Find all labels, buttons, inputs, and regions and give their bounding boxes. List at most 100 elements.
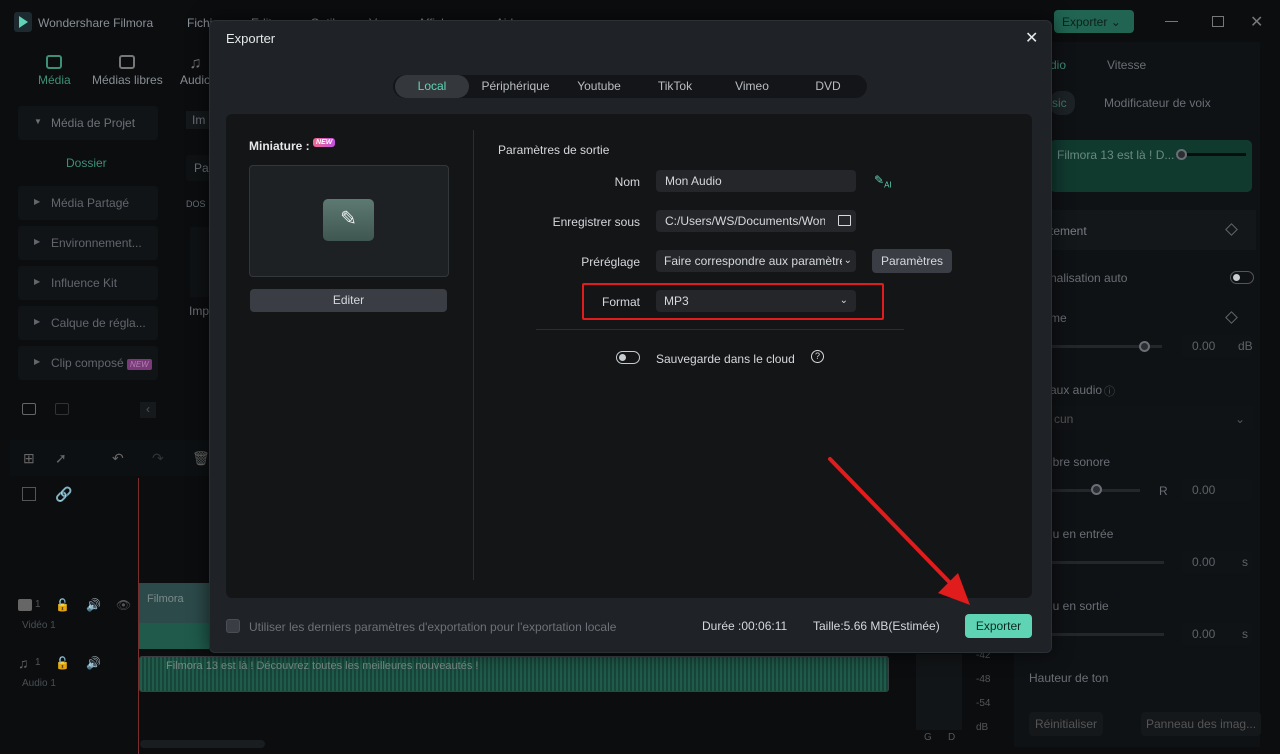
layout-icon[interactable]: ⊞	[23, 450, 35, 467]
tab-tiktok[interactable]: TikTok	[639, 75, 711, 98]
meter-channel-right: D	[948, 732, 956, 743]
auto-normalize-toggle[interactable]	[1230, 271, 1254, 284]
subtab-voice-changer[interactable]: Modificateur de voix	[1104, 96, 1211, 110]
adjust-label: tement	[1050, 224, 1087, 238]
meter-tick: -54	[976, 698, 991, 709]
lock-icon[interactable]: 🔓	[55, 598, 70, 612]
channels-dropdown[interactable]: cun ⌄	[1050, 406, 1253, 430]
volume-input[interactable]: 0.00 dB	[1182, 335, 1253, 357]
tab-free-media[interactable]: Médias libres	[92, 55, 163, 87]
tab-media[interactable]: Média	[38, 55, 71, 87]
audio-clip[interactable]: Filmora 13 est là ! Découvrez toutes les…	[139, 656, 889, 692]
import-tile[interactable]	[190, 227, 210, 297]
save-path-value: C:/Users/WS/Documents/Wondershare	[665, 214, 825, 228]
new-folder-icon[interactable]	[22, 403, 36, 415]
auto-normalize-label: nalisation auto	[1050, 271, 1128, 285]
collapse-sidebar-button[interactable]: ‹	[140, 402, 156, 418]
parameters-button[interactable]: Paramètres	[872, 249, 952, 273]
help-icon[interactable]: ⓘ	[1104, 383, 1115, 399]
volume-knob[interactable]	[1139, 341, 1150, 352]
speaker-icon[interactable]: 🔊	[86, 656, 101, 670]
ai-rename-icon[interactable]: ✎AI	[874, 173, 892, 189]
horizontal-divider	[536, 329, 904, 330]
import-button[interactable]: Im	[186, 111, 212, 129]
sidebar-item-folder[interactable]: Dossier	[66, 156, 107, 170]
vertical-divider	[473, 130, 474, 580]
fade-in-value: 0.00	[1192, 555, 1216, 569]
balance-value: 0.00	[1192, 483, 1216, 497]
channels-value: cun	[1054, 412, 1074, 426]
export-tabs: Local Périphérique Youtube TikTok Vimeo …	[393, 75, 867, 98]
name-label: Nom	[614, 175, 640, 189]
annotation-arrow	[828, 457, 970, 605]
media-icon	[46, 55, 63, 69]
use-last-settings-label: Utiliser les derniers paramètres d'expor…	[249, 620, 617, 634]
delete-icon[interactable]: 🗑	[192, 450, 210, 467]
fade-in-input[interactable]: 0.00 s	[1182, 551, 1252, 573]
chevron-down-icon: ⌄	[843, 255, 852, 266]
sidebar-item-compound-clip[interactable]: ▶ Clip composé NEW	[18, 346, 158, 380]
save-to-label: Enregistrer sous	[552, 215, 640, 229]
fade-out-slider[interactable]	[1052, 633, 1164, 636]
fade-in-slider[interactable]	[1052, 561, 1164, 564]
preset-dropdown[interactable]: Faire correspondre aux paramètres ⌄	[656, 250, 856, 272]
volume-label: me	[1050, 311, 1067, 325]
format-dropdown[interactable]: MP3 ⌄	[656, 290, 856, 312]
sidebar-item-environment[interactable]: ▶ Environnement...	[18, 226, 158, 260]
reset-button[interactable]: Réinitialiser	[1029, 712, 1104, 736]
import-label: Imp	[189, 304, 210, 318]
redo-icon[interactable]: ↷	[152, 450, 164, 467]
thumbnail-label: Miniature : NEW	[249, 138, 336, 153]
tab-dvd[interactable]: DVD	[791, 75, 865, 98]
tab-local[interactable]: Local	[395, 75, 469, 98]
keyframe-panel-button[interactable]: Panneau des imag...	[1141, 712, 1262, 736]
edit-thumbnail-button[interactable]: Editer	[250, 289, 447, 312]
export-button[interactable]: Exporter	[965, 614, 1032, 638]
save-path-input[interactable]: C:/Users/WS/Documents/Wondershare	[656, 210, 856, 232]
window-close-button[interactable]: ✕	[1250, 12, 1263, 32]
sidebar-item-project-media[interactable]: ▼ Média de Projet	[18, 106, 158, 140]
tab-device[interactable]: Périphérique	[473, 75, 558, 98]
folder-icon[interactable]	[838, 215, 851, 226]
balance-input[interactable]: 0.00	[1182, 479, 1252, 501]
tab-youtube[interactable]: Youtube	[559, 75, 639, 98]
select-tool-icon[interactable]: ➚	[55, 450, 67, 467]
link-icon[interactable]: 🔗	[55, 486, 72, 503]
balance-knob[interactable]	[1091, 484, 1102, 495]
eye-icon[interactable]: 👁	[116, 598, 131, 612]
tab-audio[interactable]: ♫ Audio	[180, 55, 211, 87]
top-export-label: Exporter	[1062, 15, 1108, 29]
format-label: Format	[601, 295, 640, 309]
tab-speed[interactable]: Vitesse	[1107, 58, 1146, 72]
meter-channel-left: G	[924, 732, 932, 743]
top-export-button[interactable]: Exporter ⌄	[1054, 10, 1134, 33]
app-title: Wondershare Filmora	[38, 16, 154, 30]
tab-audio-right[interactable]: dio	[1050, 58, 1066, 72]
audio-track-number: 1	[35, 657, 41, 668]
minimize-button[interactable]	[1165, 21, 1178, 22]
output-settings-heading: Paramètres de sortie	[498, 143, 610, 157]
timeline-scrollbar[interactable]	[140, 740, 265, 748]
use-last-settings-checkbox[interactable]	[226, 619, 240, 633]
folder-icon	[119, 55, 136, 69]
help-icon[interactable]: ?	[811, 350, 824, 363]
add-track-icon[interactable]	[22, 487, 36, 501]
delete-folder-icon[interactable]	[55, 403, 69, 415]
new-badge: NEW	[313, 138, 336, 147]
sidebar-item-shared-media[interactable]: ▶ Média Partagé	[18, 186, 158, 220]
close-icon[interactable]: ✕	[1025, 28, 1038, 48]
fade-out-input[interactable]: 0.00 s	[1182, 623, 1252, 645]
sidebar-item-influence-kit[interactable]: ▶ Influence Kit	[18, 266, 158, 300]
undo-icon[interactable]: ↶	[112, 450, 124, 467]
video-clip[interactable]: Filmora	[139, 583, 209, 649]
thumbnail-preview[interactable]: ✎	[249, 165, 449, 277]
thumbnail-label-text: Miniature :	[249, 139, 310, 153]
tab-vimeo[interactable]: Vimeo	[713, 75, 791, 98]
sidebar-item-adjustment-layer[interactable]: ▶ Calque de régla...	[18, 306, 158, 340]
cloud-backup-toggle[interactable]	[616, 351, 640, 364]
subtab-basic[interactable]: sic	[1050, 91, 1075, 115]
speaker-icon[interactable]: 🔊	[86, 598, 101, 612]
lock-icon[interactable]: 🔓	[55, 656, 70, 670]
name-input[interactable]: Mon Audio	[656, 170, 856, 192]
maximize-button[interactable]	[1212, 16, 1224, 27]
